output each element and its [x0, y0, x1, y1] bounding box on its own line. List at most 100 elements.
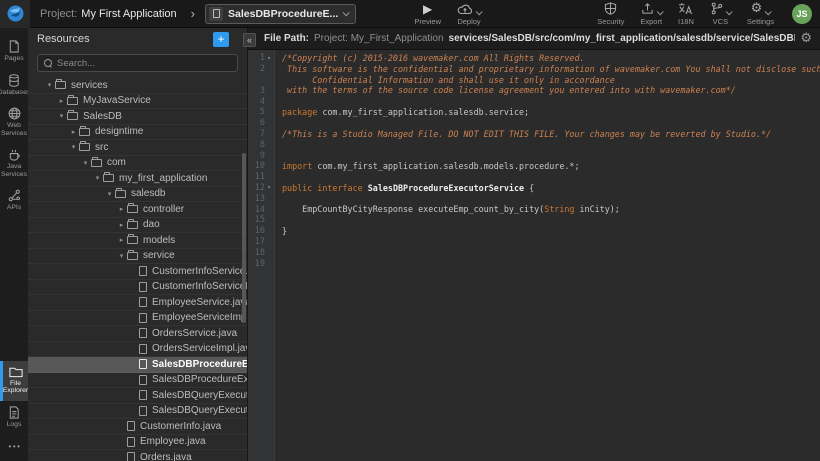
- tree-folder-item[interactable]: ▾service: [28, 249, 247, 265]
- chevron-down-icon[interactable]: [765, 8, 772, 15]
- tree-file-item[interactable]: OrdersService.java: [28, 326, 247, 342]
- sidebar-item-file-explorer[interactable]: File Explorer: [0, 361, 28, 401]
- tree-file-item[interactable]: Employee.java: [28, 435, 247, 451]
- tree-file-item[interactable]: CustomerInfoServiceImpl.java: [28, 280, 247, 296]
- gutter-line: 10: [248, 161, 274, 172]
- file-icon: [139, 375, 147, 385]
- collapse-panel-button[interactable]: «: [243, 33, 256, 47]
- chevron-down-icon[interactable]: ▾: [56, 112, 67, 120]
- deploy-button[interactable]: Deploy: [457, 2, 481, 26]
- tree-folder-item[interactable]: ▸dao: [28, 218, 247, 234]
- tree-folder-item[interactable]: ▸controller: [28, 202, 247, 218]
- file-path-bar: File Path: Project: My_First_Application…: [248, 28, 820, 50]
- sidebar-item-databases[interactable]: Databases: [0, 69, 28, 103]
- chevron-right-icon[interactable]: ▸: [116, 236, 127, 244]
- app-logo[interactable]: [0, 0, 30, 28]
- chevron-right-icon[interactable]: ▸: [116, 205, 127, 213]
- sidebar-item-web-services[interactable]: Web Services: [0, 102, 28, 143]
- chevron-down-icon[interactable]: ▾: [92, 174, 103, 182]
- sidebar-item-pages[interactable]: Pages: [0, 35, 28, 69]
- line-number: 7: [260, 129, 265, 139]
- fold-marker-icon[interactable]: ▾: [265, 184, 273, 191]
- line-number: 11: [255, 172, 265, 182]
- tree-folder-item[interactable]: ▾services: [28, 78, 247, 94]
- resources-search-box[interactable]: [37, 54, 238, 72]
- tree-scrollbar[interactable]: [242, 153, 246, 323]
- chevron-right-icon[interactable]: ▸: [116, 221, 127, 229]
- open-file-tab[interactable]: SalesDBProcedureE...: [205, 4, 356, 24]
- code-line: [282, 150, 820, 161]
- more-options-icon[interactable]: •••: [0, 434, 28, 461]
- sidebar-item-label: Web Services: [0, 122, 28, 137]
- code-line: [282, 247, 820, 258]
- search-input[interactable]: [57, 58, 231, 69]
- chevron-down-icon[interactable]: ▾: [116, 252, 127, 260]
- editor-code[interactable]: /*Copyright (c) 2015-2016 wavemaker.com …: [275, 50, 820, 461]
- tree-folder-item[interactable]: ▸ MyJavaService: [28, 94, 247, 110]
- tree-file-item[interactable]: SalesDBQueryExecutorService.java: [28, 388, 247, 404]
- sidebar-item-java-services[interactable]: Java Services: [0, 143, 28, 184]
- chevron-down-icon[interactable]: ▾: [68, 143, 79, 151]
- tree-file-item[interactable]: EmployeeServiceImpl.java: [28, 311, 247, 327]
- chevron-down-icon[interactable]: ▾: [44, 81, 55, 89]
- tree-folder-item[interactable]: ▾SalesDB: [28, 109, 247, 125]
- export-button[interactable]: Export: [640, 2, 662, 26]
- gutter-line: 4: [248, 96, 274, 107]
- tree-folder-item[interactable]: ▸designtime: [28, 125, 247, 141]
- fold-marker-icon[interactable]: ▾: [265, 55, 273, 62]
- chevron-down-icon[interactable]: [476, 8, 483, 15]
- tree-item-label: MyJavaService: [83, 95, 247, 106]
- folder-icon: [127, 236, 138, 244]
- i18n-button[interactable]: I18N: [678, 2, 694, 26]
- tree-folder-item[interactable]: ▾my_first_application: [28, 171, 247, 187]
- tree-file-item[interactable]: SalesDBQueryExecutorServiceImpl.java: [28, 404, 247, 420]
- chevron-right-icon[interactable]: ▸: [68, 128, 79, 136]
- gutter-line: 18: [248, 247, 274, 258]
- tree-folder-item[interactable]: ▸models: [28, 233, 247, 249]
- tree-file-item[interactable]: OrdersServiceImpl.java: [28, 342, 247, 358]
- tree-item-label: SalesDBProcedureExecutorServiceImpl.java: [152, 374, 247, 385]
- folder-icon: [127, 221, 138, 229]
- gutter-line: 3: [248, 85, 274, 96]
- settings-button[interactable]: ⚙ Settings: [747, 2, 774, 26]
- chevron-down-icon[interactable]: ▾: [104, 190, 115, 198]
- vcs-button[interactable]: VCS: [710, 2, 731, 26]
- file-icon: [139, 390, 147, 400]
- file-icon: [127, 421, 135, 431]
- code-line: EmpCountByCityResponse executeEmp_count_…: [282, 204, 820, 215]
- gutter-line: 19: [248, 258, 274, 269]
- chevron-down-icon[interactable]: [656, 8, 663, 15]
- i18n-label: I18N: [678, 17, 694, 26]
- tree-file-item[interactable]: Orders.java: [28, 450, 247, 461]
- code-line: }: [282, 226, 820, 237]
- open-file-tab-label: SalesDBProcedureE...: [228, 8, 338, 20]
- editor-settings-gear-icon[interactable]: ⚙: [800, 31, 812, 46]
- tree-file-item[interactable]: SalesDBProcedureExecutorService.java: [28, 357, 247, 373]
- add-resource-button[interactable]: +: [213, 32, 229, 47]
- security-button[interactable]: Security: [597, 2, 624, 26]
- chevron-down-icon[interactable]: [343, 9, 350, 16]
- tree-file-item[interactable]: CustomerInfoService.java: [28, 264, 247, 280]
- top-bar: Project: My First Application › SalesDBP…: [0, 0, 820, 28]
- tree-file-item[interactable]: EmployeeService.java: [28, 295, 247, 311]
- line-number: 13: [255, 194, 265, 204]
- sidebar-item-logs[interactable]: Logs: [0, 401, 28, 435]
- preview-button[interactable]: ▶ Preview: [414, 2, 441, 26]
- tree-file-item[interactable]: CustomerInfo.java: [28, 419, 247, 435]
- sidebar-item-apis[interactable]: APIs: [0, 184, 28, 218]
- chevron-down-icon[interactable]: [726, 8, 733, 15]
- tree-file-item[interactable]: SalesDBProcedureExecutorServiceImpl.java: [28, 373, 247, 389]
- user-avatar[interactable]: JS: [792, 4, 812, 24]
- tree-folder-item[interactable]: ▾com: [28, 156, 247, 172]
- project-name: My First Application: [81, 8, 176, 20]
- globe-icon: [8, 107, 21, 120]
- tree-item-label: SalesDBQueryExecutorServiceImpl.java: [152, 405, 247, 416]
- chevron-down-icon[interactable]: ▾: [80, 159, 91, 167]
- tree-folder-item[interactable]: ▾src: [28, 140, 247, 156]
- sidebar-item-label: File Explorer: [3, 380, 28, 395]
- chevron-right-icon[interactable]: ▸: [56, 97, 67, 105]
- code-editor[interactable]: 1▾23456789101112▾13141516171819 /*Copyri…: [248, 50, 820, 461]
- resources-panel: Resources + « ▾services▸MyJavaService▾Sa…: [28, 28, 248, 461]
- code-line: [282, 237, 820, 248]
- tree-folder-item[interactable]: ▾salesdb: [28, 187, 247, 203]
